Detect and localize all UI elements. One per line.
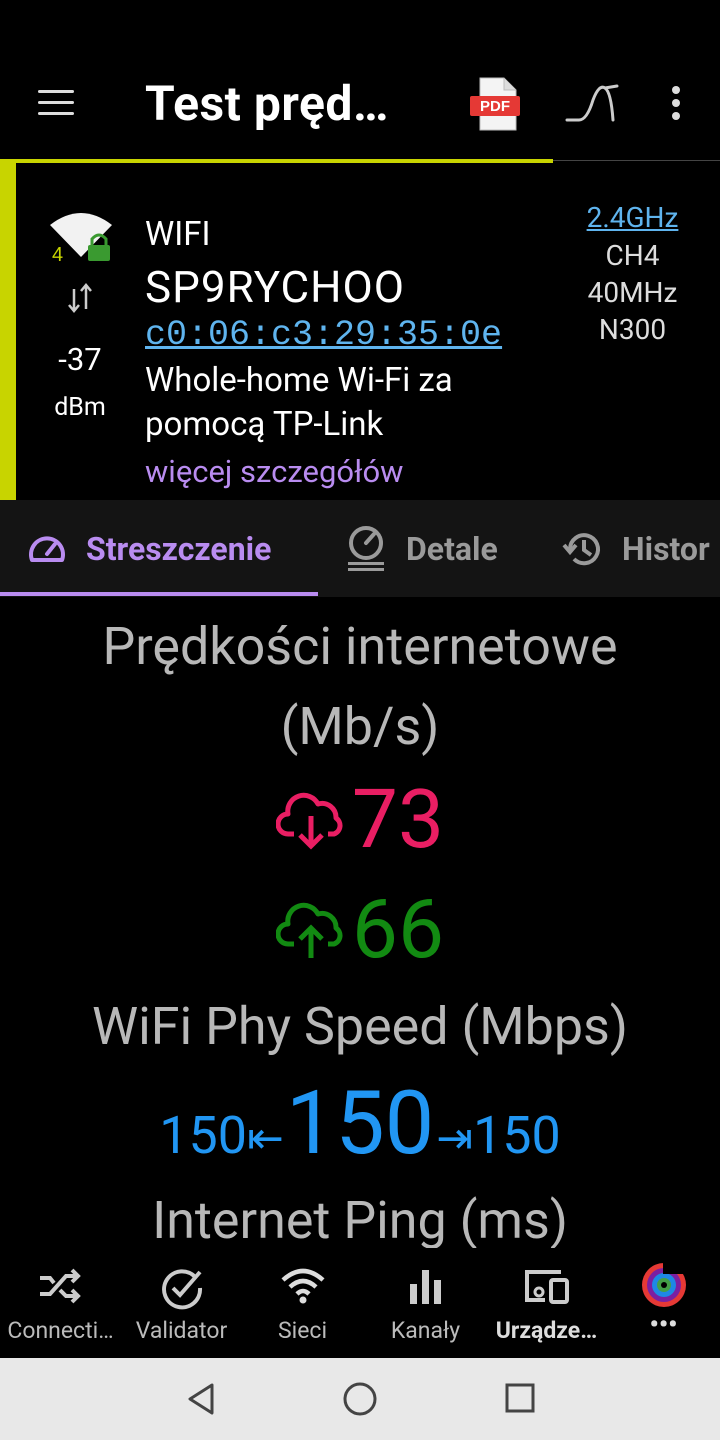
tab-historia[interactable]: Histor [562, 500, 710, 597]
channel-width-label: 40MHz [587, 276, 678, 309]
phy-main-value: 150 [285, 1072, 435, 1175]
tab-label: Detale [406, 529, 498, 568]
band-link[interactable]: 2.4GHz [560, 201, 705, 234]
progress-track [553, 160, 720, 161]
upload-speed-value: 66 [351, 882, 445, 978]
nav-validator[interactable]: Validator [121, 1248, 242, 1358]
nav-label: Validator [135, 1317, 228, 1344]
history-icon [562, 532, 600, 565]
pdf-label: PDF [480, 98, 510, 115]
tab-detale[interactable]: Detale [344, 500, 498, 597]
check-circle-icon [161, 1269, 202, 1310]
network-ssid: SP9RYCHOO [145, 261, 406, 313]
data-transfer-icon [68, 283, 92, 313]
bar-chart-icon [409, 1270, 441, 1304]
hamburger-icon[interactable] [38, 90, 74, 118]
back-triangle-icon[interactable] [186, 1382, 216, 1416]
signal-curve-icon[interactable] [565, 82, 619, 124]
tab-label: Histor [622, 529, 710, 568]
active-tab-indicator [0, 592, 318, 596]
system-navigation-bar [0, 1358, 720, 1440]
wifi-standard-label: N300 [598, 313, 667, 346]
shuffle-icon [39, 1268, 81, 1304]
bottom-navigation: Connecti… Validator Sieci Kanały Urządze… [0, 1248, 720, 1358]
phy-tx-value: 150 [473, 1105, 561, 1166]
recents-square-icon[interactable] [504, 1382, 536, 1414]
signal-strength-unit: dBm [54, 393, 106, 422]
wifi-generation-badge: 4 [52, 244, 63, 265]
nav-more[interactable]: ••• [603, 1248, 720, 1358]
card-accent-bar [0, 163, 16, 500]
speedometer-icon [29, 536, 65, 562]
upload-speed-row: 66 [0, 882, 720, 978]
devices-icon [524, 1270, 569, 1304]
network-vendor: Whole-home Wi-Fi za pomocą TP-Link [145, 361, 453, 444]
channel-label: CH4 [605, 239, 660, 272]
network-type: WIFI [145, 215, 211, 254]
download-speed-row: 73 [0, 772, 720, 868]
gauge-list-icon [348, 525, 384, 571]
arrow-left-icon: ⇤ [246, 1112, 284, 1164]
nav-more-dots: ••• [649, 1310, 678, 1340]
phy-rx-value: 150 [159, 1105, 247, 1166]
signal-strength-value: -37 [58, 341, 102, 378]
network-card[interactable]: 4 -37 dBm WIFI SP9RYCHOO c0:06:c3:29:35:… [0, 163, 720, 500]
app-bar: Test pręd… PDF [0, 0, 720, 160]
tab-label: Streszczenie [86, 529, 272, 568]
download-speed-value: 73 [351, 772, 445, 868]
pdf-icon[interactable]: PDF [470, 76, 522, 132]
tab-streszczenie[interactable]: Streszczenie [26, 500, 271, 597]
page-title: Test pręd… [145, 75, 389, 132]
internet-speed-unit: (Mb/s) [280, 696, 440, 757]
nav-urzadzenia[interactable]: Urządze… [486, 1248, 607, 1358]
phy-speed-title: WiFi Phy Speed (Mbps) [92, 996, 628, 1057]
cloud-upload-icon [275, 902, 343, 958]
nav-kanaly[interactable]: Kanały [365, 1248, 486, 1358]
more-details-link[interactable]: więcej szczegółów [145, 453, 403, 490]
phy-speed-row: 150 ⇤ 150 ⇥ 150 [0, 1072, 720, 1175]
wifi-signal-lock-icon: 4 [50, 213, 112, 265]
ping-title: Internet Ping (ms) [152, 1190, 568, 1248]
nav-label: Kanały [390, 1317, 461, 1344]
home-circle-icon[interactable] [342, 1382, 378, 1418]
tab-bar: Streszczenie Detale Histor [0, 500, 720, 597]
color-ring-icon [641, 1260, 689, 1307]
nav-connections[interactable]: Connecti… [0, 1248, 121, 1358]
arrow-right-icon: ⇥ [436, 1112, 474, 1164]
wifi-icon [280, 1268, 325, 1304]
network-bssid-link[interactable]: c0:06:c3:29:35:0e [145, 315, 502, 355]
nav-label: Sieci [277, 1317, 328, 1344]
more-vert-icon[interactable] [670, 86, 682, 122]
internet-speed-title: Prędkości internetowe [102, 616, 618, 677]
cloud-download-icon [275, 792, 343, 850]
nav-sieci[interactable]: Sieci [242, 1248, 363, 1358]
